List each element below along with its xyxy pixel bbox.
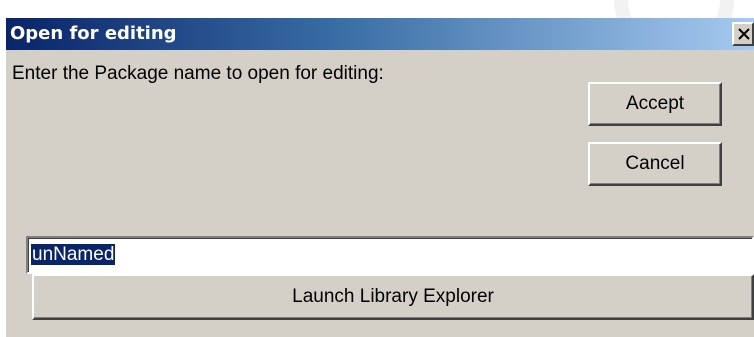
screen: Open for editing Enter the Package name … — [0, 0, 754, 337]
open-for-editing-dialog: Open for editing Enter the Package name … — [6, 18, 754, 337]
package-name-text: unNamed — [30, 241, 116, 269]
close-button[interactable] — [732, 22, 754, 46]
package-name-selected-text: unNamed — [31, 244, 116, 265]
cancel-button[interactable]: Cancel — [588, 142, 722, 186]
dialog-title: Open for editing — [10, 23, 177, 44]
close-icon — [738, 28, 750, 40]
accept-button[interactable]: Accept — [588, 82, 722, 126]
launch-library-explorer-button[interactable]: Launch Library Explorer — [32, 274, 754, 320]
title-bar[interactable]: Open for editing — [6, 18, 754, 50]
package-name-input[interactable]: unNamed — [26, 236, 754, 274]
package-name-prompt: Enter the Package name to open for editi… — [12, 63, 384, 84]
